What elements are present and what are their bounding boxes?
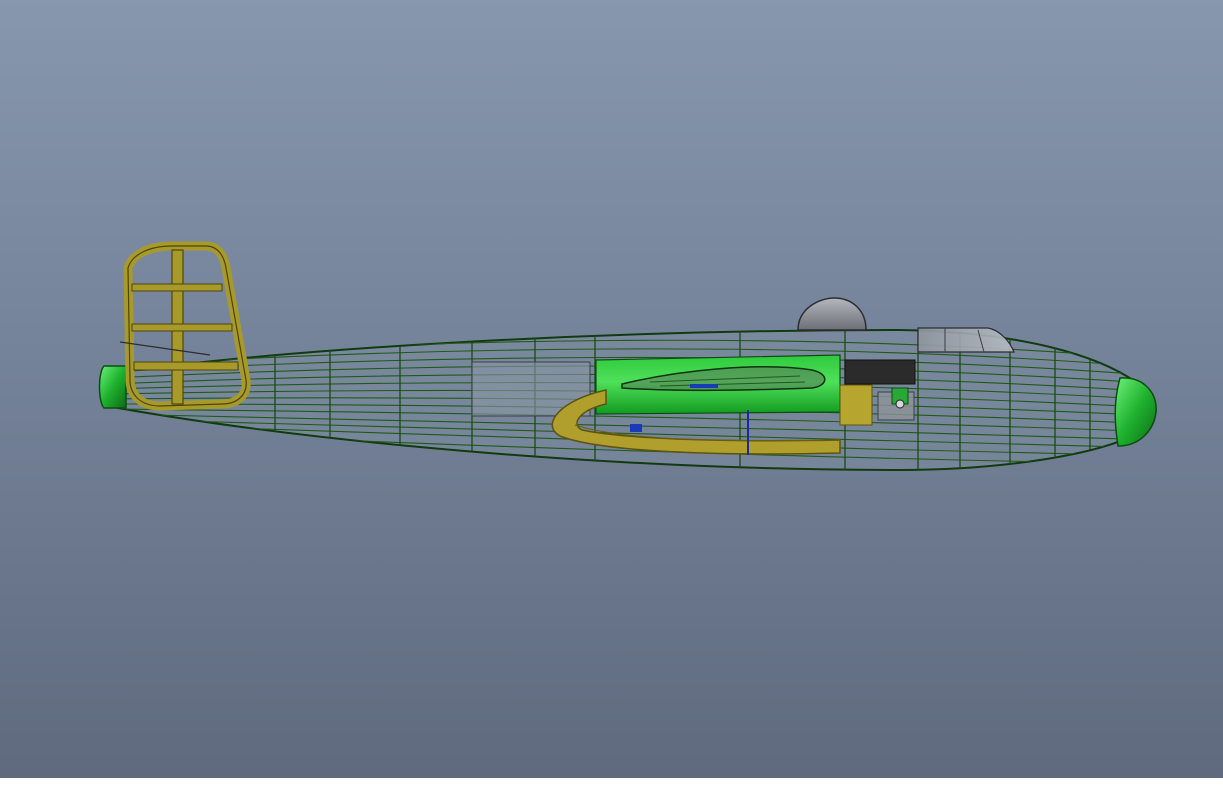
turret-dome	[797, 297, 867, 331]
fin-rib-1	[131, 283, 223, 292]
cad-3d-viewport[interactable]	[0, 0, 1223, 778]
aircraft-model-view[interactable]	[0, 0, 1223, 778]
instrument-block	[844, 359, 916, 385]
blue-fitting	[690, 384, 718, 388]
cockpit-canopy[interactable]	[917, 327, 1015, 353]
blue-clip	[630, 424, 642, 432]
tail-cone[interactable]	[98, 365, 127, 409]
wing-root-panel[interactable]	[595, 354, 841, 415]
cockpit-interior	[839, 359, 916, 426]
fin-rib-3	[133, 361, 239, 371]
viewport-bottom-border	[0, 778, 1223, 786]
pilot-seat-frame	[839, 384, 873, 426]
fin-rib-2	[131, 323, 233, 332]
nose-cone[interactable]	[1114, 377, 1157, 447]
yoke-hub	[895, 399, 905, 409]
canopy-glass	[917, 327, 1015, 353]
dorsal-turret[interactable]	[797, 297, 867, 331]
